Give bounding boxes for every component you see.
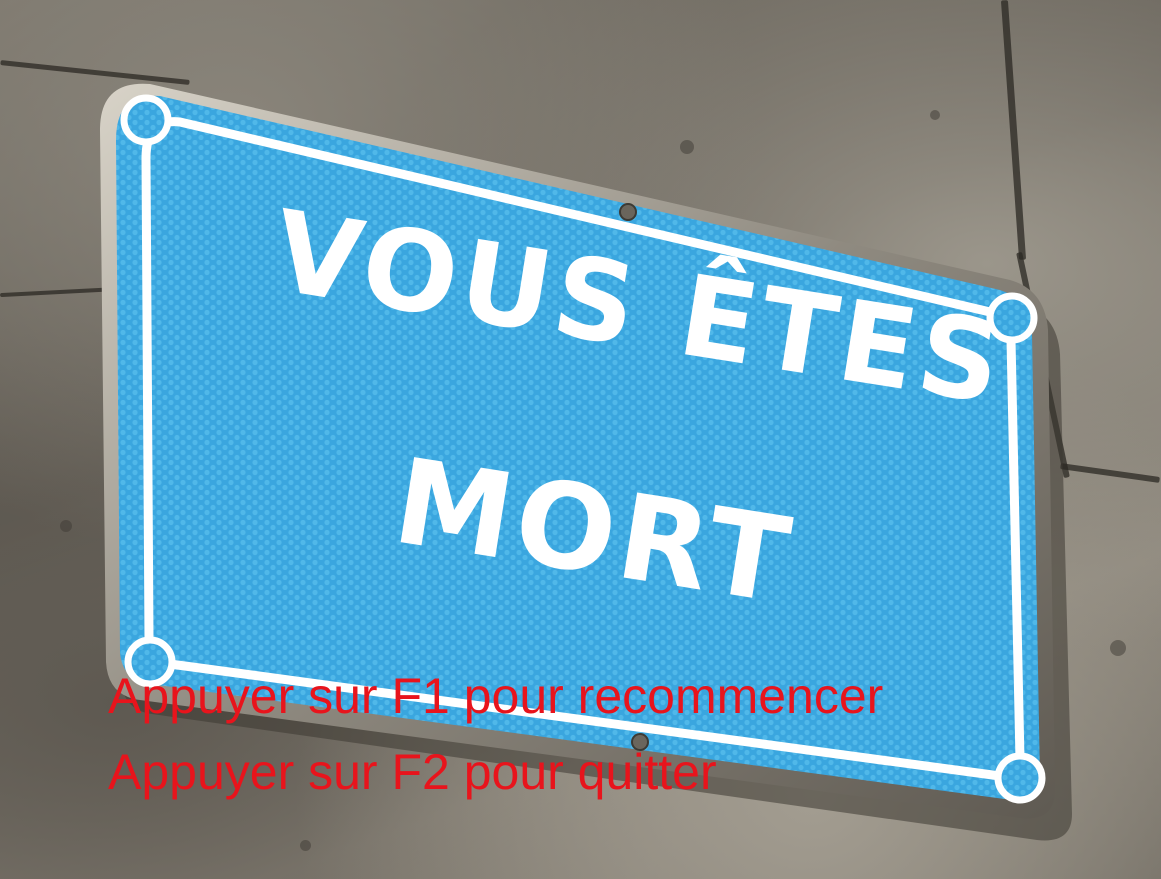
quit-prompt[interactable]: Appuyer sur F2 pour quitter [108,744,717,800]
restart-prompt[interactable]: Appuyer sur F1 pour recommencer [108,668,883,724]
game-over-screen: VOUS ÊTES MORT Appuyer sur F1 pour recom… [0,0,1161,879]
